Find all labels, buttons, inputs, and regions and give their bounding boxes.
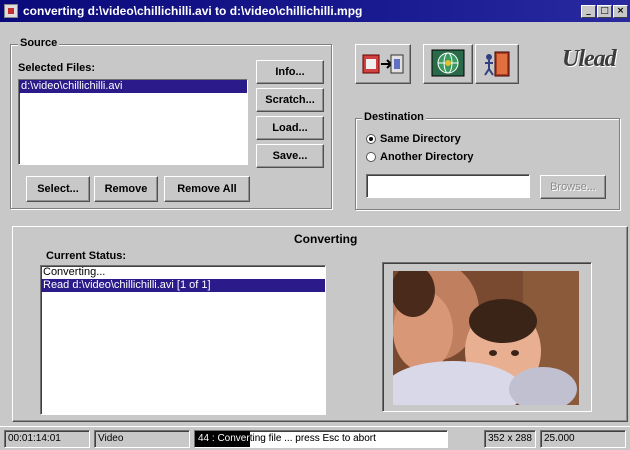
video-preview-image <box>393 271 579 405</box>
maximize-button[interactable]: □ <box>597 4 612 18</box>
main-window: converting d:\video\chillichilli.avi to … <box>0 0 630 450</box>
selected-files-label: Selected Files: <box>18 62 96 74</box>
globe-button[interactable] <box>423 44 473 84</box>
frame-rate-field: 25.000 <box>540 430 626 448</box>
selected-files-list[interactable]: d:\video\chillichilli.avi <box>18 79 248 165</box>
exit-door-icon <box>484 51 510 77</box>
frame-size-field: 352 x 288 <box>484 430 536 448</box>
status-log-item: Converting... <box>43 266 106 278</box>
app-icon[interactable] <box>4 4 18 18</box>
conversion-progress-bar: 44 : Converting file ... press Esc to ab… <box>194 430 448 448</box>
video-frame-picture <box>393 271 579 405</box>
close-button[interactable]: × <box>613 4 628 18</box>
same-directory-radio[interactable] <box>366 134 376 144</box>
minimize-button[interactable]: _ <box>581 4 596 18</box>
scratch-button[interactable]: Scratch... <box>256 88 324 112</box>
ulead-logo: Ulead <box>562 46 617 72</box>
load-button[interactable]: Load... <box>256 116 324 140</box>
current-status-label: Current Status: <box>46 250 127 262</box>
destination-group-label: Destination <box>362 111 426 123</box>
exit-button[interactable] <box>475 44 519 84</box>
file-list-item[interactable]: d:\video\chillichilli.avi <box>19 80 247 93</box>
globe-icon <box>431 49 465 77</box>
same-directory-label: Same Directory <box>380 133 461 145</box>
browse-button[interactable]: Browse... <box>540 175 606 199</box>
another-directory-option[interactable]: Another Directory <box>366 151 474 163</box>
video-preview-frame <box>382 262 592 412</box>
timecode-field: 00:01:14:01 <box>4 430 90 448</box>
another-directory-label: Another Directory <box>380 151 474 163</box>
select-button[interactable]: Select... <box>26 176 90 202</box>
remove-all-button[interactable]: Remove All <box>164 176 250 202</box>
mode-field: Video <box>94 430 190 448</box>
status-bar: 00:01:14:01 Video 44 : Converting file .… <box>0 426 630 450</box>
title-bar[interactable]: converting d:\video\chillichilli.avi to … <box>0 0 630 22</box>
converting-panel-title: Converting <box>294 232 358 246</box>
status-log-item: Read d:\video\chillichilli.avi [1 of 1] <box>41 279 325 292</box>
remove-button[interactable]: Remove <box>94 176 158 202</box>
save-button[interactable]: Save... <box>256 144 324 168</box>
another-directory-radio[interactable] <box>366 152 376 162</box>
info-button[interactable]: Info... <box>256 60 324 84</box>
window-title: converting d:\video\chillichilli.avi to … <box>23 4 363 18</box>
same-directory-option[interactable]: Same Directory <box>366 133 461 145</box>
status-log-list[interactable]: Converting... Read d:\video\chillichilli… <box>40 265 326 415</box>
convert-button[interactable] <box>355 44 411 84</box>
destination-path-input[interactable] <box>366 174 530 198</box>
convert-icon <box>362 54 404 74</box>
source-group-label: Source <box>18 37 60 49</box>
progress-text: 44 : Converting file ... press Esc to ab… <box>198 433 376 444</box>
